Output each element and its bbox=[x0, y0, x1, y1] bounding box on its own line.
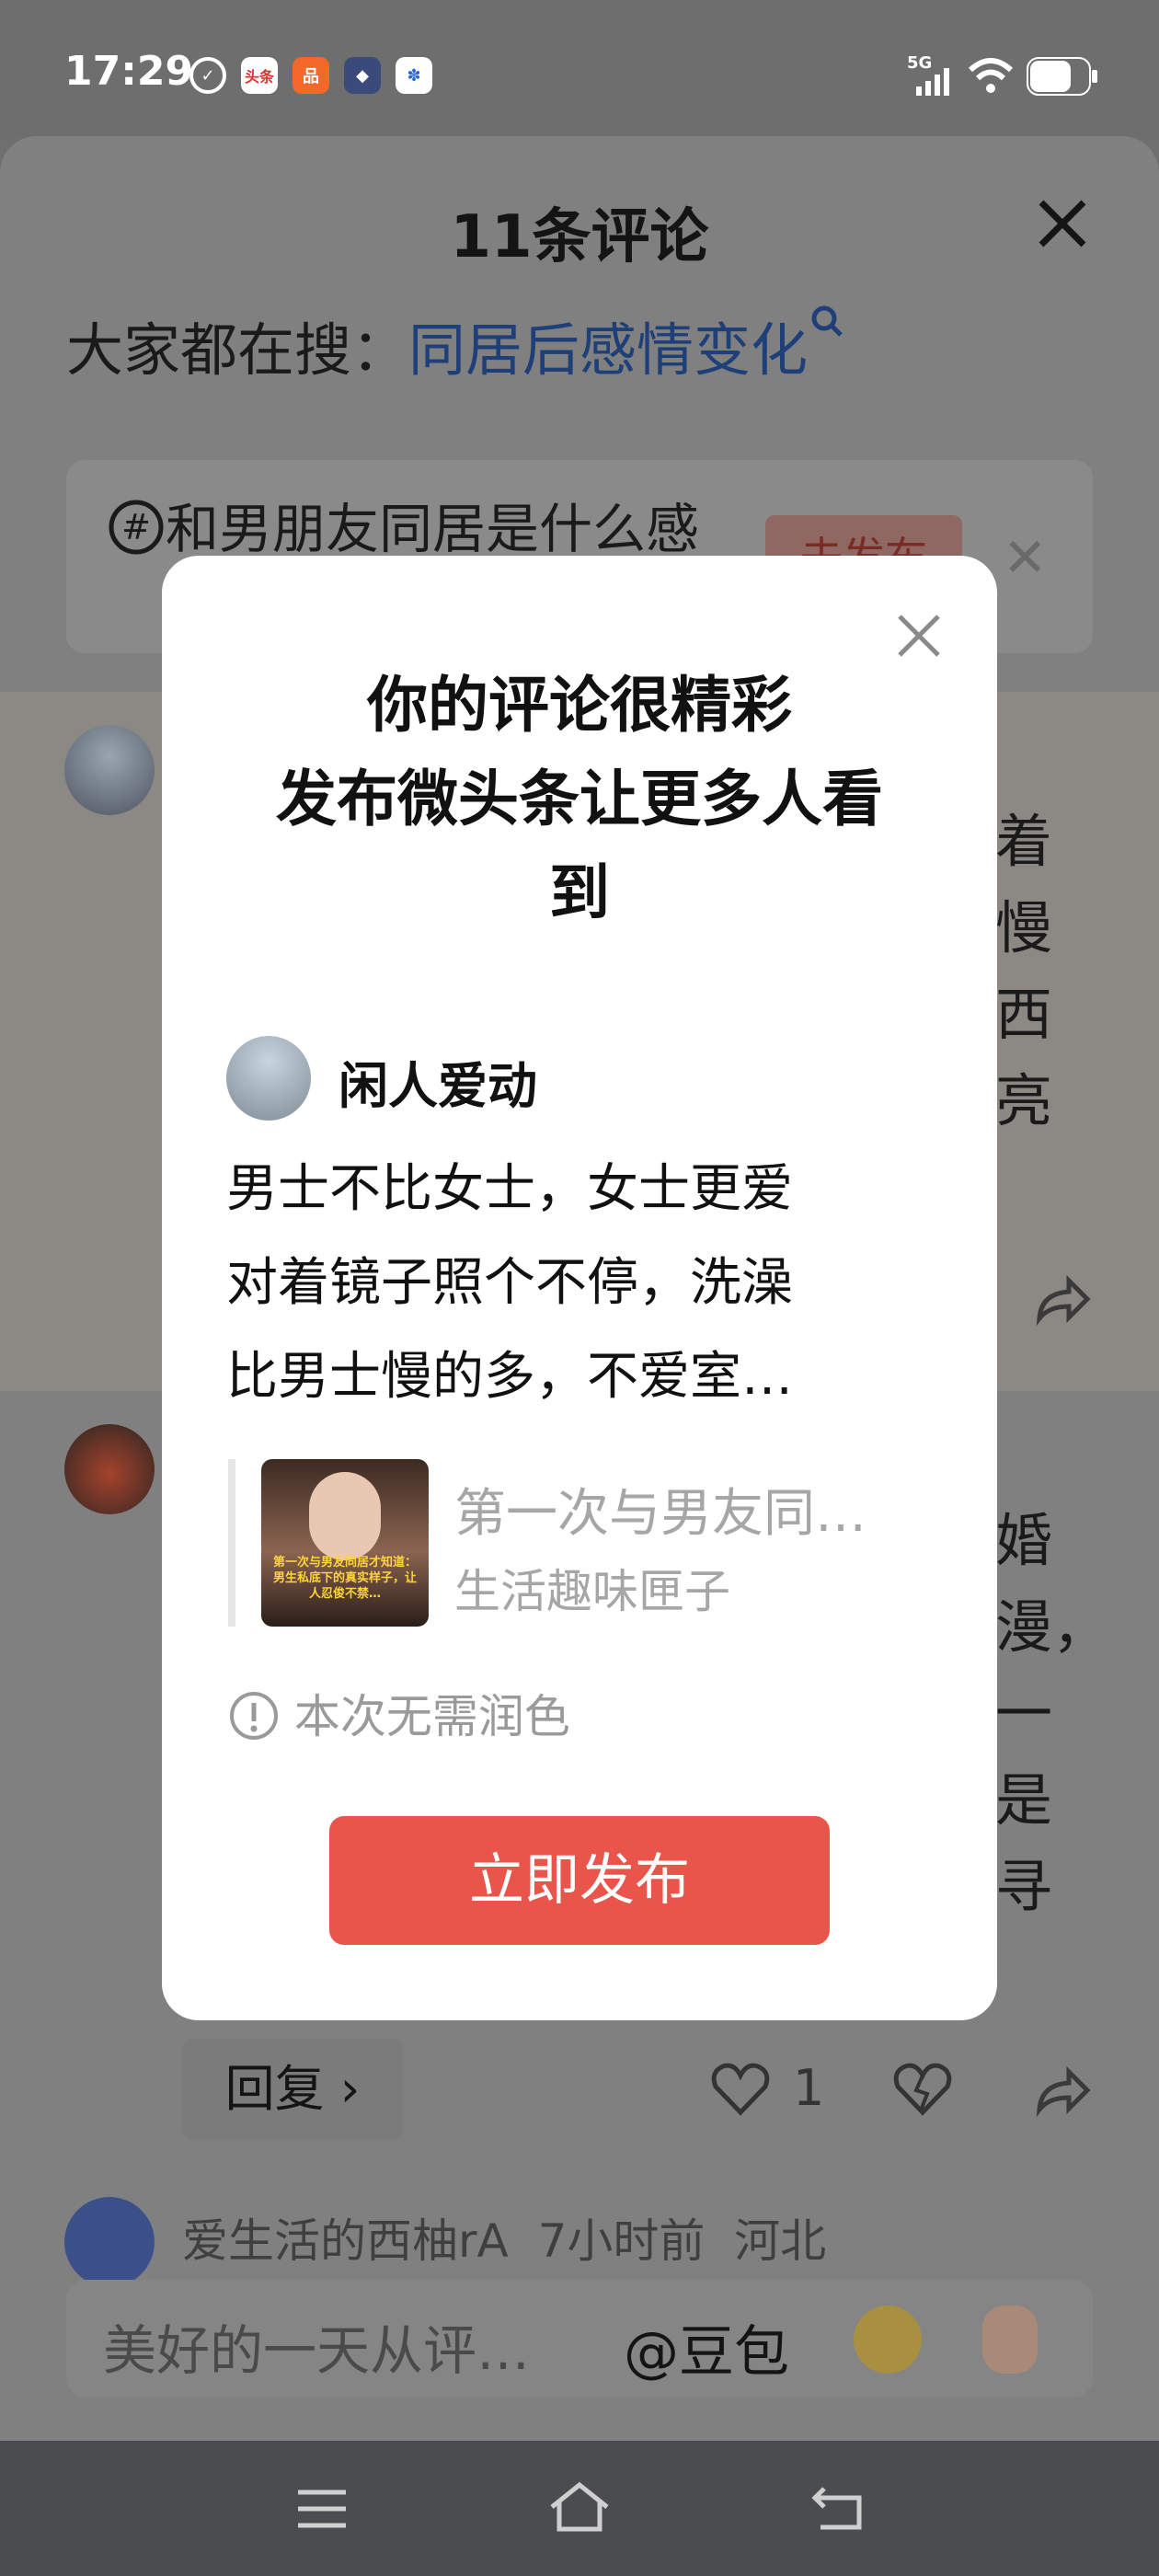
avatar[interactable] bbox=[64, 1424, 155, 1514]
avatar[interactable] bbox=[64, 2197, 155, 2287]
like-icon[interactable] bbox=[708, 2059, 773, 2118]
topic-dismiss-icon[interactable]: ✕ bbox=[1003, 526, 1048, 589]
mention-doubao-button[interactable]: @豆包 bbox=[624, 2307, 789, 2387]
search-icon bbox=[811, 305, 843, 337]
wifi-icon bbox=[968, 58, 1014, 93]
comment-author[interactable]: 爱生活的西柚rA bbox=[182, 2214, 509, 2268]
comment-fragment: 寻 bbox=[995, 1853, 1053, 1920]
polish-text: 本次无需润色 bbox=[293, 1690, 570, 1743]
quote-divider bbox=[228, 1459, 235, 1627]
comment-time: 7小时前 bbox=[537, 2214, 706, 2268]
thumbnail-caption: 第一次与男友同居才知道：男生私底下的真实样子，让人忍俊不禁… bbox=[272, 1556, 417, 1601]
comment-location: 河北 bbox=[734, 2214, 827, 2268]
article-source: 生活趣味匣子 bbox=[454, 1565, 730, 1618]
comment-input[interactable]: 美好的一天从评… @豆包 bbox=[66, 2280, 1093, 2398]
publish-now-button[interactable]: 立即发布 bbox=[329, 1816, 830, 1945]
comment-fragment: 一 bbox=[995, 1680, 1053, 1747]
laugh-emoji-icon[interactable] bbox=[854, 2306, 922, 2374]
home-icon[interactable] bbox=[548, 2481, 611, 2533]
game-app-icon: ◆ bbox=[344, 57, 381, 94]
comment-preview: 男士不比女士，女士更爱 对着镜子照个不停，洗澡 比男士慢的多，不爱室… bbox=[226, 1143, 925, 1424]
article-thumbnail: 第一次与男友同居才知道：男生私底下的真实样子，让人忍俊不禁… bbox=[261, 1459, 429, 1627]
comment-fragment: 着 bbox=[995, 808, 1053, 875]
modal-title: 你的评论很精彩 发布微头条让更多人看 到 bbox=[162, 659, 997, 940]
menu-icon[interactable] bbox=[296, 2487, 348, 2531]
dislike-icon[interactable] bbox=[890, 2059, 955, 2118]
info-icon bbox=[230, 1692, 278, 1740]
comment-fragment: 西 bbox=[995, 981, 1053, 1048]
search-link[interactable]: 同居后感情变化 bbox=[408, 316, 808, 384]
comment-line: 比男士慢的多，不爱室… bbox=[226, 1347, 793, 1407]
baidu-app-icon: ✽ bbox=[396, 57, 432, 94]
reply-label: 回复 bbox=[224, 2060, 325, 2118]
comment-fragment: 漫， bbox=[995, 1593, 1110, 1661]
toutiao-app-icon: 头条 bbox=[241, 57, 278, 94]
like-count: 1 bbox=[793, 2059, 825, 2117]
app-orange-icon: 品 bbox=[293, 57, 329, 94]
battery-icon bbox=[1027, 57, 1097, 96]
article-title: 第一次与男友同… bbox=[454, 1484, 866, 1544]
comment-fragment: 慢 bbox=[995, 894, 1053, 961]
reply-button[interactable]: 回复 › bbox=[182, 2039, 403, 2140]
finger-heart-emoji-icon[interactable] bbox=[982, 2306, 1038, 2374]
sheet-title: 11条评论 bbox=[450, 203, 709, 271]
author-name: 闲人爱动 bbox=[339, 1057, 537, 1115]
avatar[interactable] bbox=[64, 725, 155, 815]
modal-title-line: 发布微头条让更多人看 bbox=[276, 764, 883, 834]
comment-line: 男士不比女士，女士更爱 bbox=[226, 1159, 793, 1219]
close-icon[interactable] bbox=[1030, 191, 1095, 256]
tick-circle-icon: ✓ bbox=[189, 57, 226, 94]
status-bar: 17:29 ✓ 头条 品 ◆ ✽ 5G bbox=[0, 0, 1159, 136]
comment-line: 对着镜子照个不停，洗澡 bbox=[226, 1253, 793, 1313]
comment-fragment: 亮 bbox=[995, 1067, 1053, 1134]
search-prefix: 大家都在搜： bbox=[66, 316, 409, 384]
next-comment-meta: 爱生活的西柚rA 7小时前 河北 bbox=[182, 2204, 826, 2271]
system-nav-bar bbox=[0, 2441, 1159, 2576]
comment-fragment: 是 bbox=[995, 1766, 1053, 1834]
topic-label: 和男朋友同居是什么感 bbox=[166, 498, 700, 560]
publish-modal: 你的评论很精彩 发布微头条让更多人看 到 闲人爱动 男士不比女士，女士更爱 对着… bbox=[162, 556, 997, 2020]
status-time: 17:29 bbox=[64, 48, 194, 95]
modal-title-line: 你的评论很精彩 bbox=[367, 670, 792, 741]
comment-fragment: 婚 bbox=[995, 1507, 1053, 1574]
author-avatar bbox=[226, 1036, 311, 1121]
svg-text:#: # bbox=[121, 507, 151, 547]
share-icon[interactable] bbox=[1030, 2059, 1095, 2123]
trending-search: 大家都在搜：同居后感情变化 bbox=[66, 304, 844, 386]
signal-icon bbox=[916, 68, 949, 96]
modal-title-line: 到 bbox=[549, 857, 610, 928]
polish-notice: 本次无需润色 bbox=[228, 1680, 570, 1746]
back-icon[interactable] bbox=[809, 2483, 865, 2533]
hashtag-icon: # bbox=[109, 500, 164, 555]
share-icon[interactable] bbox=[1030, 1268, 1095, 1332]
comment-input-placeholder: 美好的一天从评… bbox=[103, 2319, 531, 2382]
